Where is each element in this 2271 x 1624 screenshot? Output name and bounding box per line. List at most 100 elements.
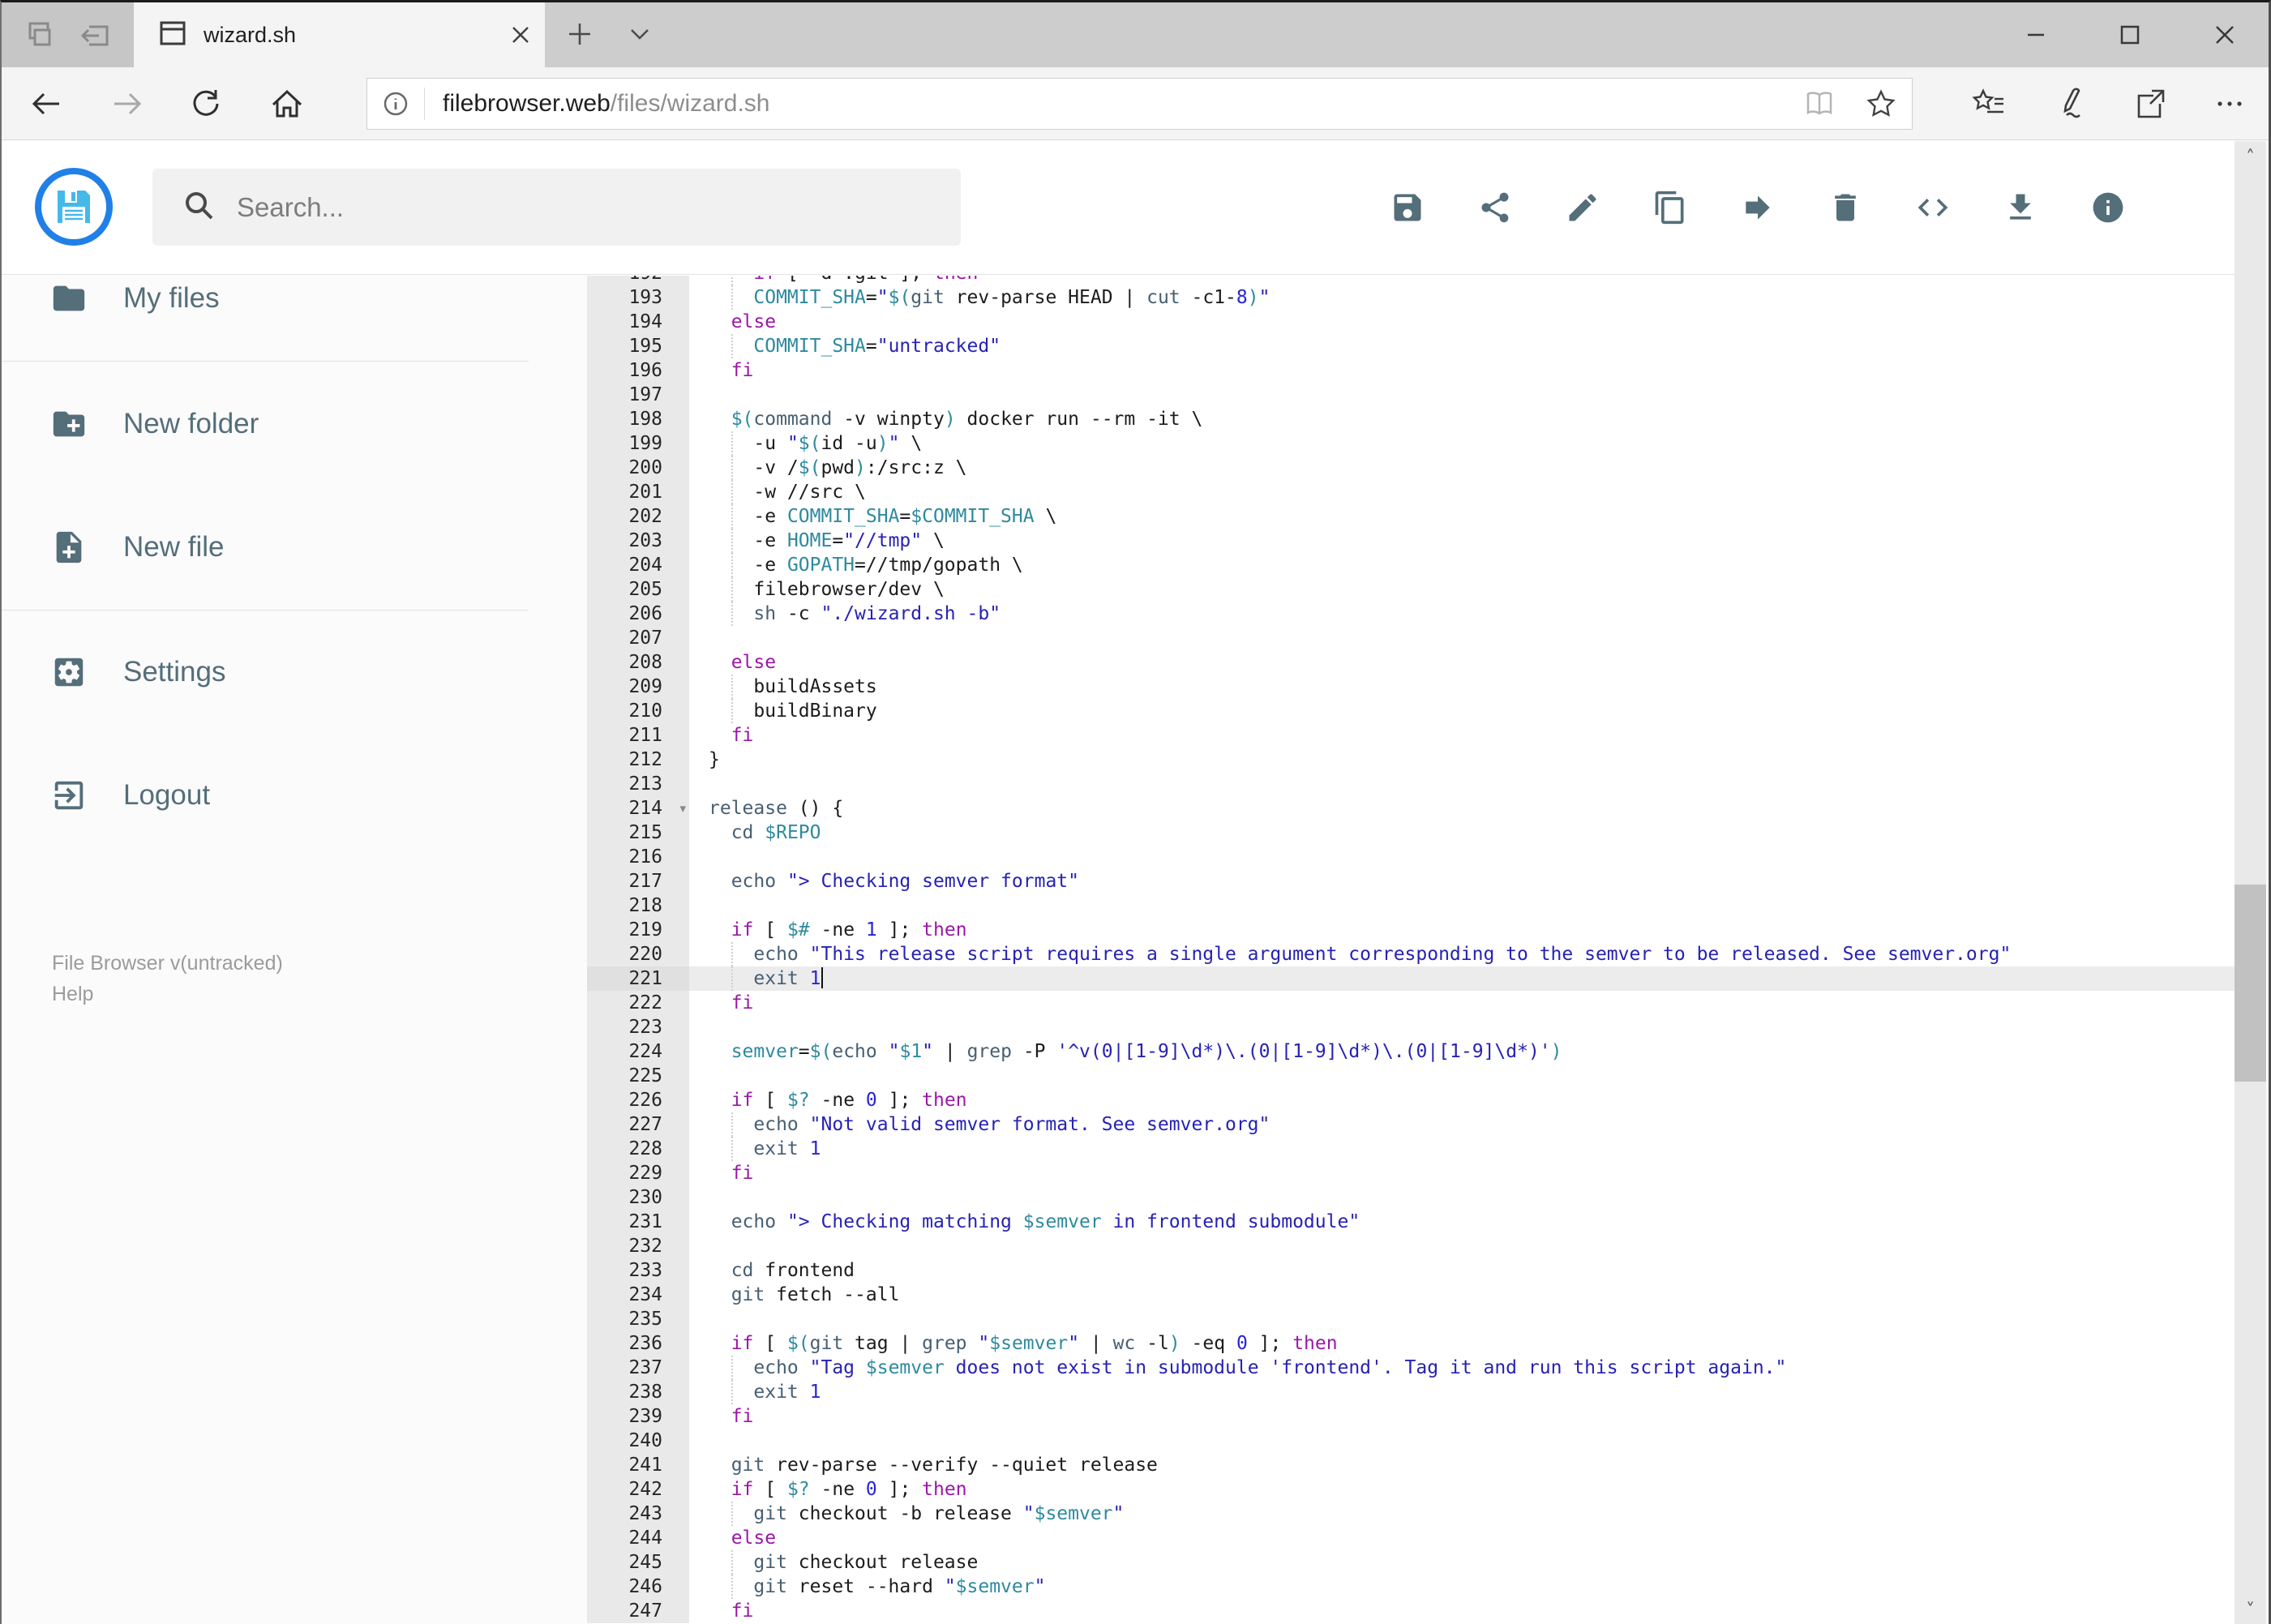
- code-line: 206 sh -c "./wizard.sh -b": [587, 602, 2241, 626]
- code-token: fi: [731, 360, 754, 381]
- window-close-icon[interactable]: [2187, 7, 2262, 62]
- code-token: ": [888, 433, 900, 454]
- code-token: [: [753, 1479, 787, 1500]
- code-line: 237 echo "Tag $semver does not exist in …: [587, 1356, 2241, 1380]
- tab-close-icon[interactable]: [496, 11, 545, 59]
- code-line: 240: [587, 1429, 2241, 1453]
- hub-favorites-icon[interactable]: [1956, 67, 2021, 140]
- copy-icon: [1655, 191, 1684, 225]
- address-bar[interactable]: filebrowser.web/files/wizard.sh: [366, 78, 1913, 130]
- code-token: else: [731, 1528, 777, 1549]
- code-button[interactable]: [1889, 163, 1977, 252]
- web-note-pen-icon[interactable]: [2036, 67, 2101, 140]
- back-icon[interactable]: [14, 67, 79, 140]
- fold-marker-icon[interactable]: ▾: [679, 796, 686, 821]
- window-maximize-icon[interactable]: [2093, 7, 2167, 62]
- sidebar-item-new-file[interactable]: New file: [2, 503, 537, 592]
- scroll-down-icon[interactable]: ˅: [2235, 1594, 2266, 1624]
- favorite-star-icon[interactable]: [1850, 88, 1912, 119]
- code-token: ];: [876, 919, 923, 941]
- help-link[interactable]: Help: [52, 979, 283, 1009]
- site-info-icon[interactable]: [367, 90, 424, 118]
- new-tab-icon[interactable]: [556, 11, 603, 58]
- forward-icon[interactable]: [95, 67, 160, 140]
- home-icon[interactable]: [255, 67, 319, 140]
- sidebar-item-settings[interactable]: Settings: [2, 628, 537, 717]
- code-token: grep: [922, 1333, 967, 1354]
- scrollbar-thumb[interactable]: [2235, 885, 2266, 1082]
- info-button[interactable]: [2064, 163, 2152, 252]
- code-token: 1: [809, 1382, 821, 1403]
- save-button[interactable]: [1364, 163, 1451, 252]
- url-text[interactable]: filebrowser.web/files/wizard.sh: [443, 90, 1789, 118]
- code-token: "This release script requires a single a…: [809, 944, 2012, 965]
- code-line: 245 git checkout release: [587, 1550, 2241, 1575]
- reading-view-icon[interactable]: [1789, 90, 1850, 118]
- code-line: 227 echo "Not valid semver format. See s…: [587, 1112, 2241, 1137]
- share-page-icon[interactable]: [2118, 67, 2183, 140]
- code-token: $?: [786, 1090, 810, 1111]
- code-line: 192 if [ -d .git ]; then: [587, 276, 2241, 285]
- line-number: 214 ▾: [587, 796, 689, 821]
- copy-button[interactable]: [1626, 163, 1714, 252]
- code-token: ": [1112, 1503, 1125, 1524]
- code-text: exit 1: [689, 966, 2241, 991]
- tab-preview-icon[interactable]: [24, 19, 56, 51]
- page-favicon-icon: [158, 19, 187, 52]
- code-line: 205 filebrowser/dev \: [587, 577, 2241, 602]
- code-editor[interactable]: 192 if [ -d .git ]; then193 COMMIT_SHA="…: [587, 276, 2241, 1624]
- code-token: ": [1068, 1333, 1080, 1354]
- code-token: [: [753, 919, 787, 941]
- code-token: echo: [731, 871, 777, 892]
- move-button[interactable]: [1714, 163, 1802, 252]
- code-token: in frontend submodule": [1101, 1211, 1360, 1232]
- code-line: 239 fi: [587, 1404, 2241, 1429]
- code-token: ": [876, 287, 889, 308]
- code-token: checkout release: [786, 1552, 979, 1573]
- search-input[interactable]: [237, 191, 961, 223]
- filebrowser-logo[interactable]: [35, 168, 113, 246]
- code-token: $?: [786, 1479, 810, 1500]
- code-token: "> Checking semver format": [786, 871, 1079, 892]
- scroll-up-icon[interactable]: ˄: [2235, 141, 2266, 174]
- sidebar-item-logout[interactable]: Logout: [2, 751, 537, 840]
- share-button[interactable]: [1451, 163, 1539, 252]
- line-number: 210: [587, 699, 689, 723]
- more-options-icon[interactable]: [2197, 67, 2262, 140]
- page-scrollbar[interactable]: ˄ ˅: [2235, 141, 2266, 1624]
- window-minimize-icon[interactable]: [1999, 7, 2073, 62]
- code-line: 196 fi: [587, 358, 2241, 383]
- code-token: then: [1292, 1333, 1338, 1354]
- code-token: [: [753, 1333, 787, 1354]
- code-token: 0: [865, 1090, 877, 1111]
- code-token: if: [731, 1479, 754, 1500]
- code-text: fi: [689, 991, 2241, 1015]
- new-folder-icon: [53, 411, 85, 437]
- code-token: semver: [731, 1041, 799, 1062]
- code-line: 221 exit 1: [587, 966, 2241, 991]
- set-tabs-aside-icon[interactable]: [78, 19, 112, 51]
- line-number: 208: [587, 650, 689, 675]
- code-text: $(command -v winpty) docker run --rm -it…: [689, 407, 2241, 431]
- sidebar-item-my-files[interactable]: My files: [2, 254, 537, 343]
- code-token: filebrowser/dev \: [709, 579, 945, 600]
- code-line: 234 git fetch --all: [587, 1283, 2241, 1307]
- code-line: 200 -v /$(pwd):/src:z \: [587, 456, 2241, 480]
- code-token: "untracked": [876, 336, 1001, 357]
- sidebar-item-new-folder[interactable]: New folder: [2, 379, 537, 469]
- refresh-icon[interactable]: [174, 67, 238, 140]
- line-number: 196: [587, 358, 689, 383]
- code-token: GOPATH: [786, 555, 855, 576]
- search-box[interactable]: [152, 169, 961, 246]
- browser-tab[interactable]: wizard.sh: [134, 2, 545, 67]
- delete-button[interactable]: [1802, 163, 1889, 252]
- tab-list-chevron-icon[interactable]: [616, 11, 663, 58]
- download-button[interactable]: [1977, 163, 2064, 252]
- rename-button[interactable]: [1539, 163, 1626, 252]
- code-token: -ne: [809, 1479, 866, 1500]
